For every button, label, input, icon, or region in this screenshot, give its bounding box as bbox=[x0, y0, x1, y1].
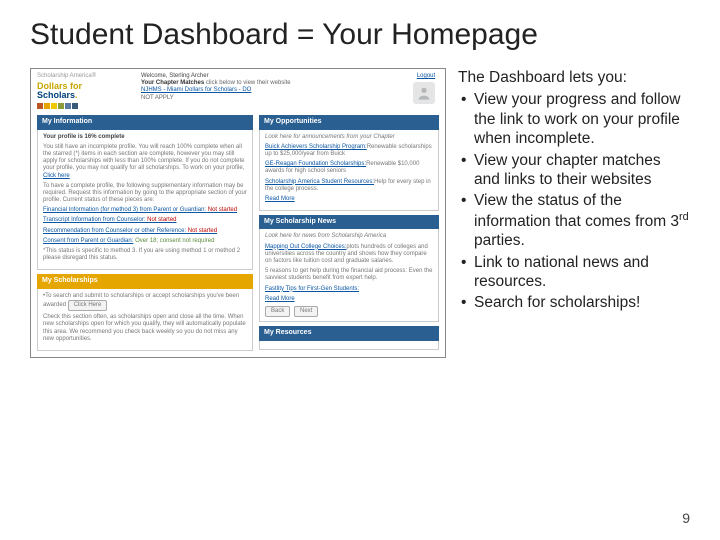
brand-squares-icon bbox=[37, 103, 135, 109]
brand-block: Scholarship America® Dollars for Scholar… bbox=[37, 73, 135, 109]
opps-readmore-link[interactable]: Read More bbox=[265, 196, 433, 203]
opps-hint: Look here for announcements from your Ch… bbox=[265, 134, 433, 141]
click-here-scholarships-button[interactable]: Click Here bbox=[68, 300, 108, 311]
section-my-news: My Scholarship News bbox=[259, 215, 439, 229]
explain-item: Search for scholarships! bbox=[458, 293, 690, 312]
explain-list: View your progress and follow the link t… bbox=[458, 90, 690, 312]
explain-item: Link to national news and resources. bbox=[458, 253, 690, 292]
chapter-link-sub: NOT APPLY bbox=[141, 95, 407, 102]
news-item-1-link[interactable]: Mapping Out College Choices: bbox=[265, 244, 346, 250]
req-recommendation[interactable]: Recommendation from Counselor or other R… bbox=[43, 228, 217, 234]
section-my-information: My Information bbox=[37, 115, 253, 129]
next-button[interactable]: Next bbox=[294, 306, 318, 317]
explain-item: View your chapter matches and links to t… bbox=[458, 151, 690, 190]
scholarships-note: Check this section often, as scholarship… bbox=[43, 314, 247, 343]
brand-line2: Scholars bbox=[37, 90, 75, 100]
logout-link[interactable]: Logout bbox=[413, 73, 439, 80]
info-note: *This status is specific to method 3. If… bbox=[43, 248, 247, 262]
welcome-text: Welcome, Sterling Archer bbox=[141, 73, 407, 80]
req-financial[interactable]: Financial Information (for method 3) fro… bbox=[43, 207, 237, 213]
profile-progress-heading: Your profile is 16% complete bbox=[43, 134, 247, 141]
req-consent[interactable]: Consent from Parent or Guardian: bbox=[43, 238, 133, 244]
news-readmore-link[interactable]: Read More bbox=[265, 296, 433, 303]
page-number: 9 bbox=[682, 510, 690, 526]
avatar-icon bbox=[413, 82, 435, 104]
explain-item: View the status of the information that … bbox=[458, 191, 690, 250]
back-button[interactable]: Back bbox=[265, 306, 290, 317]
info-paragraph-2: To have a complete profile, the followin… bbox=[43, 183, 247, 205]
info-paragraph-1: You still have an incomplete profile. Yo… bbox=[43, 144, 244, 172]
chapter-link[interactable]: NJHMS - Miami Dollars for Scholars - DO bbox=[141, 87, 407, 94]
news-hint: Look here for news from Scholarship Amer… bbox=[265, 233, 433, 240]
req-transcript[interactable]: Transcript Information from Counselor: bbox=[43, 217, 177, 223]
req-consent-status: Over 18; consent not required bbox=[135, 238, 214, 244]
section-my-opportunities: My Opportunities bbox=[259, 115, 439, 129]
section-my-resources: My Resources bbox=[259, 326, 439, 340]
opps-item-1-link[interactable]: Buick Achievers Scholarship Program: bbox=[265, 144, 367, 150]
brand-sa-label: Scholarship America® bbox=[37, 73, 135, 80]
section-my-scholarships: My Scholarships bbox=[37, 274, 253, 288]
dashboard-screenshot: Scholarship America® Dollars for Scholar… bbox=[30, 68, 446, 358]
chapter-matches-label: Your Chapter Matches bbox=[141, 80, 204, 86]
slide-title: Student Dashboard = Your Homepage bbox=[30, 18, 690, 52]
explain-heading: The Dashboard lets you: bbox=[458, 68, 690, 87]
news-item-3-link[interactable]: Fastlity Tips for First-Gen Students: bbox=[265, 286, 433, 293]
opps-item-3-link[interactable]: Scholarship America Student Resources: bbox=[265, 179, 374, 185]
opps-item-2-link[interactable]: GE-Reagan Foundation Scholarships: bbox=[265, 161, 366, 167]
click-here-profile[interactable]: Click here bbox=[43, 173, 70, 179]
chapter-matches-hint: click below to view their website bbox=[206, 80, 291, 86]
explain-item: View your progress and follow the link t… bbox=[458, 90, 690, 148]
news-item-2: 5 reasons to get help during the financi… bbox=[265, 268, 433, 282]
